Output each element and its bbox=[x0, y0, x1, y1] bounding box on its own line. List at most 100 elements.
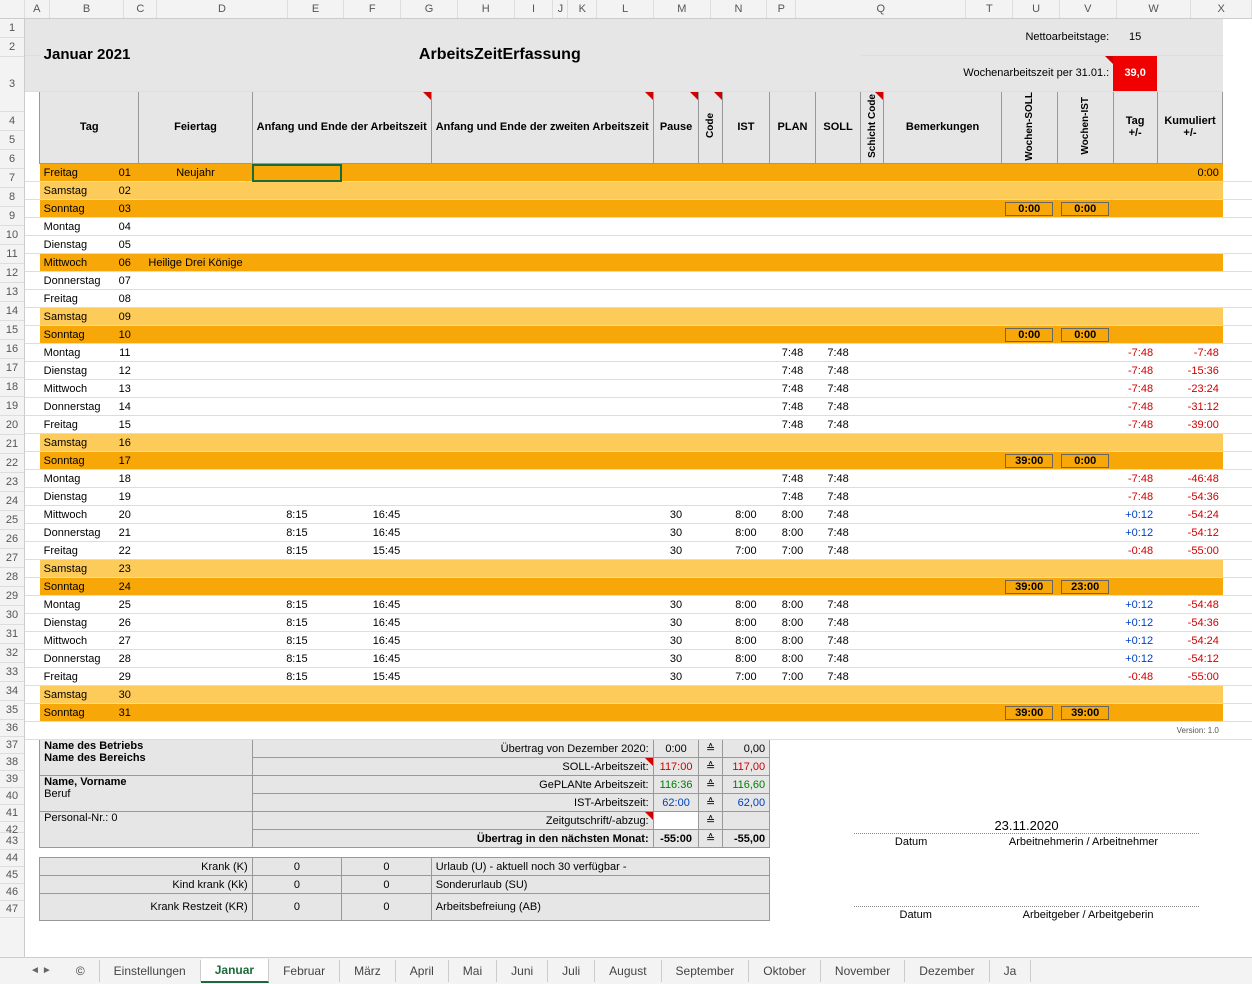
row-18[interactable]: Montag187:487:48-7:48-46:48 bbox=[25, 470, 1252, 488]
tab-Juli[interactable]: Juli bbox=[548, 960, 595, 982]
tab-April[interactable]: April bbox=[396, 960, 449, 982]
tab-Ja[interactable]: Ja bbox=[990, 960, 1032, 982]
cell-E12[interactable] bbox=[252, 308, 342, 326]
row-06[interactable]: Mittwoch06Heilige Drei Könige bbox=[25, 254, 1252, 272]
col-D[interactable]: D bbox=[157, 0, 287, 18]
col-L[interactable]: L bbox=[597, 0, 654, 18]
col-I[interactable]: I bbox=[515, 0, 554, 18]
tab-©[interactable]: © bbox=[62, 960, 100, 982]
cell-E18[interactable] bbox=[252, 416, 342, 434]
cell-E25[interactable]: 8:15 bbox=[252, 542, 342, 560]
cell-E22[interactable] bbox=[252, 488, 342, 506]
cell-E7[interactable] bbox=[252, 218, 342, 236]
row-11[interactable]: Montag117:487:48-7:48-7:48 bbox=[25, 344, 1252, 362]
cell-E5[interactable] bbox=[252, 182, 342, 200]
cell-E8[interactable] bbox=[252, 236, 342, 254]
row-22[interactable]: Freitag228:1515:45307:007:007:48-0:48-55… bbox=[25, 542, 1252, 560]
tab-August[interactable]: August bbox=[595, 960, 661, 982]
tab-Januar[interactable]: Januar bbox=[201, 959, 269, 983]
tab-Einstellungen[interactable]: Einstellungen bbox=[100, 960, 201, 982]
tab-Mai[interactable]: Mai bbox=[449, 960, 497, 982]
cell-E32[interactable]: 8:15 bbox=[252, 668, 342, 686]
cell-E17[interactable] bbox=[252, 398, 342, 416]
col-A[interactable]: A bbox=[25, 0, 50, 18]
col-V[interactable]: V bbox=[1060, 0, 1117, 18]
row-04[interactable]: Montag04 bbox=[25, 218, 1252, 236]
row-01[interactable]: Freitag01Neujahr0:00 bbox=[25, 164, 1252, 182]
row-03[interactable]: Sonntag030:000:00 bbox=[25, 200, 1252, 218]
col-F[interactable]: F bbox=[344, 0, 401, 18]
col-J[interactable]: J bbox=[553, 0, 568, 18]
row-15[interactable]: Freitag157:487:48-7:48-39:00 bbox=[25, 416, 1252, 434]
cell-E11[interactable] bbox=[252, 290, 342, 308]
col-B[interactable]: B bbox=[50, 0, 125, 18]
row-09[interactable]: Samstag09 bbox=[25, 308, 1252, 326]
cell-E16[interactable] bbox=[252, 380, 342, 398]
row-28[interactable]: Donnerstag288:1516:45308:008:007:48+0:12… bbox=[25, 650, 1252, 668]
cell-E15[interactable] bbox=[252, 362, 342, 380]
row-12[interactable]: Dienstag127:487:48-7:48-15:36 bbox=[25, 362, 1252, 380]
row-25[interactable]: Montag258:1516:45308:008:007:48+0:12-54:… bbox=[25, 596, 1252, 614]
col-H[interactable]: H bbox=[458, 0, 515, 18]
cell-E30[interactable]: 8:15 bbox=[252, 632, 342, 650]
col-G[interactable]: G bbox=[401, 0, 458, 18]
row-24[interactable]: Sonntag2439:0023:00 bbox=[25, 578, 1252, 596]
cell-E14[interactable] bbox=[252, 344, 342, 362]
col-W[interactable]: W bbox=[1117, 0, 1192, 18]
col-P[interactable]: P bbox=[767, 0, 796, 18]
cell-E34[interactable] bbox=[252, 704, 342, 722]
col-U[interactable]: U bbox=[1013, 0, 1060, 18]
cell-E21[interactable] bbox=[252, 470, 342, 488]
tab-Dezember[interactable]: Dezember bbox=[905, 960, 989, 982]
cell-E29[interactable]: 8:15 bbox=[252, 614, 342, 632]
row-10[interactable]: Sonntag100:000:00 bbox=[25, 326, 1252, 344]
cell-E4[interactable] bbox=[252, 164, 342, 182]
cell-E20[interactable] bbox=[252, 452, 342, 470]
col-M[interactable]: M bbox=[654, 0, 711, 18]
col-E[interactable]: E bbox=[288, 0, 345, 18]
row-31[interactable]: Sonntag3139:0039:00 bbox=[25, 704, 1252, 722]
tab-Februar[interactable]: Februar bbox=[269, 960, 340, 982]
tab-Oktober[interactable]: Oktober bbox=[749, 960, 821, 982]
row-05[interactable]: Dienstag05 bbox=[25, 236, 1252, 254]
cell-E24[interactable]: 8:15 bbox=[252, 524, 342, 542]
grid[interactable]: Januar 2021ArbeitsZeitErfassungNettoarbe… bbox=[25, 19, 1252, 957]
col-K[interactable]: K bbox=[568, 0, 597, 18]
row-19[interactable]: Dienstag197:487:48-7:48-54:36 bbox=[25, 488, 1252, 506]
cell-E6[interactable] bbox=[252, 200, 342, 218]
tab-September[interactable]: September bbox=[662, 960, 750, 982]
col-X[interactable]: X bbox=[1191, 0, 1252, 18]
cell-E31[interactable]: 8:15 bbox=[252, 650, 342, 668]
cell-E27[interactable] bbox=[252, 578, 342, 596]
cell-E13[interactable] bbox=[252, 326, 342, 344]
cell-E26[interactable] bbox=[252, 560, 342, 578]
tab-nav[interactable]: ◄► bbox=[30, 965, 52, 976]
row-26[interactable]: Dienstag268:1516:45308:008:007:48+0:12-5… bbox=[25, 614, 1252, 632]
row-27[interactable]: Mittwoch278:1516:45308:008:007:48+0:12-5… bbox=[25, 632, 1252, 650]
row-30[interactable]: Samstag30 bbox=[25, 686, 1252, 704]
row-08[interactable]: Freitag08 bbox=[25, 290, 1252, 308]
row-23[interactable]: Samstag23 bbox=[25, 560, 1252, 578]
tab-November[interactable]: November bbox=[821, 960, 905, 982]
row-02[interactable]: Samstag02 bbox=[25, 182, 1252, 200]
row-13[interactable]: Mittwoch137:487:48-7:48-23:24 bbox=[25, 380, 1252, 398]
cell-E19[interactable] bbox=[252, 434, 342, 452]
col-Q[interactable]: Q bbox=[796, 0, 966, 18]
cell-E23[interactable]: 8:15 bbox=[252, 506, 342, 524]
cell-E33[interactable] bbox=[252, 686, 342, 704]
row-17[interactable]: Sonntag1739:000:00 bbox=[25, 452, 1252, 470]
tab-März[interactable]: März bbox=[340, 960, 396, 982]
col-N[interactable]: N bbox=[711, 0, 768, 18]
row-29[interactable]: Freitag298:1515:45307:007:007:48-0:48-55… bbox=[25, 668, 1252, 686]
row-14[interactable]: Donnerstag147:487:48-7:48-31:12 bbox=[25, 398, 1252, 416]
cell-E9[interactable] bbox=[252, 254, 342, 272]
row-21[interactable]: Donnerstag218:1516:45308:008:007:48+0:12… bbox=[25, 524, 1252, 542]
cell-E10[interactable] bbox=[252, 272, 342, 290]
col-C[interactable]: C bbox=[124, 0, 157, 18]
row-20[interactable]: Mittwoch208:1516:45308:008:007:48+0:12-5… bbox=[25, 506, 1252, 524]
cell-E28[interactable]: 8:15 bbox=[252, 596, 342, 614]
tab-Juni[interactable]: Juni bbox=[497, 960, 548, 982]
row-16[interactable]: Samstag16 bbox=[25, 434, 1252, 452]
row-07[interactable]: Donnerstag07 bbox=[25, 272, 1252, 290]
col-T[interactable]: T bbox=[966, 0, 1013, 18]
